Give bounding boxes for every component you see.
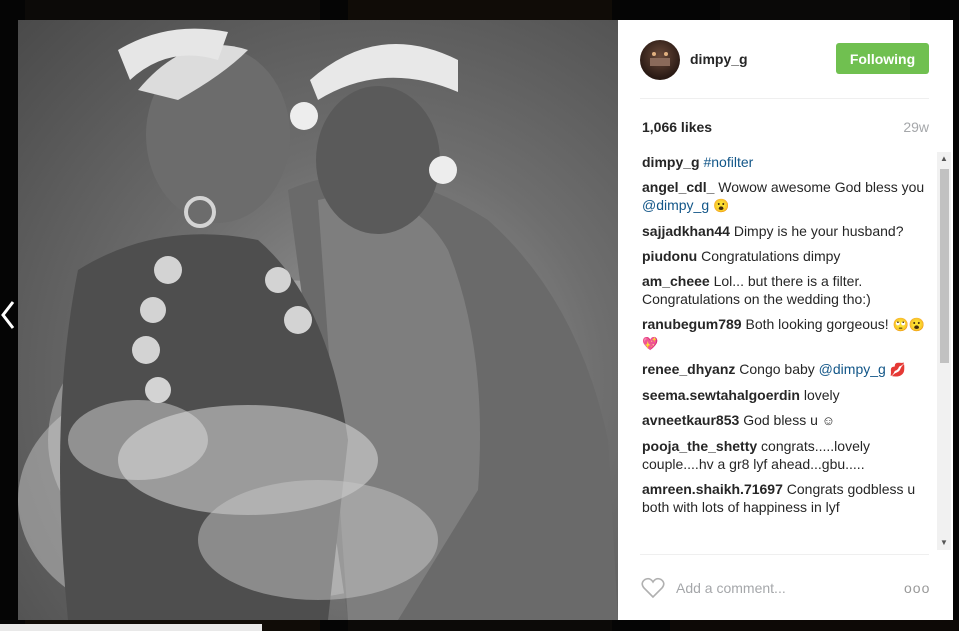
comment-item: angel_cdl_ Wowow awesome God bless you @…: [642, 178, 934, 215]
comment-item: amreen.shaikh.71697 Congrats godbless u …: [642, 480, 934, 516]
post-username[interactable]: dimpy_g: [690, 51, 748, 67]
comment-text: God bless u: [743, 412, 822, 428]
comment-text: Wowow awesome God bless you: [718, 179, 925, 195]
comment-username[interactable]: renee_dhyanz: [642, 361, 735, 377]
comments-scrollbar[interactable]: ▲ ▼: [937, 152, 951, 550]
comment-text: Both looking gorgeous!: [745, 316, 893, 332]
post-photo: [18, 20, 618, 620]
comment-username[interactable]: ranubegum789: [642, 316, 742, 332]
emoji: 😮: [713, 198, 730, 213]
emoji: ☺: [821, 413, 836, 428]
previous-post-button[interactable]: [0, 298, 16, 332]
avatar[interactable]: [640, 40, 680, 80]
post-header: dimpy_g Following: [618, 20, 953, 98]
following-button[interactable]: Following: [836, 43, 929, 74]
emoji: 💋: [889, 362, 906, 377]
comment-item: sajjadkhan44 Dimpy is he your husband?: [642, 222, 934, 240]
comment-link[interactable]: @dimpy_g: [819, 361, 886, 377]
comment-username[interactable]: dimpy_g: [642, 154, 700, 170]
comment-username[interactable]: amreen.shaikh.71697: [642, 481, 783, 497]
add-comment-bar: ooo: [618, 568, 953, 608]
post-age[interactable]: 29w: [903, 119, 929, 135]
comment-item: pooja_the_shetty congrats.....lovely cou…: [642, 437, 934, 473]
scrollbar-thumb[interactable]: [940, 169, 949, 363]
chevron-left-icon: [1, 301, 15, 329]
post-details-panel: dimpy_g Following 1,066 likes 29w dimpy_…: [618, 20, 953, 620]
comment-item: piudonu Congratulations dimpy: [642, 247, 934, 265]
scroll-up-icon[interactable]: ▲: [937, 152, 951, 166]
comment-item: ranubegum789 Both looking gorgeous! 🙄😮💖: [642, 315, 934, 353]
comment-link[interactable]: @dimpy_g: [642, 197, 709, 213]
comment-username[interactable]: seema.sewtahalgoerdin: [642, 387, 800, 403]
heart-icon[interactable]: [641, 577, 665, 599]
comment-username[interactable]: sajjadkhan44: [642, 223, 730, 239]
comment-item: avneetkaur853 God bless u ☺: [642, 411, 934, 430]
comment-item: seema.sewtahalgoerdin lovely: [642, 386, 934, 404]
comment-username[interactable]: am_cheee: [642, 273, 710, 289]
comment-username[interactable]: piudonu: [642, 248, 697, 264]
comment-username[interactable]: pooja_the_shetty: [642, 438, 757, 454]
comment-item: am_cheee Lol... but there is a filter. C…: [642, 272, 934, 308]
comment-username[interactable]: angel_cdl_: [642, 179, 714, 195]
comment-item: dimpy_g #nofilter: [642, 153, 934, 171]
likes-count[interactable]: 1,066 likes: [642, 119, 712, 135]
comment-text: Congo baby: [739, 361, 819, 377]
more-options-button[interactable]: ooo: [904, 580, 930, 596]
comment-text: Congratulations dimpy: [701, 248, 841, 264]
comment-username[interactable]: avneetkaur853: [642, 412, 739, 428]
horizontal-scrollbar[interactable]: [0, 624, 262, 631]
comment-item: renee_dhyanz Congo baby @dimpy_g 💋: [642, 360, 934, 379]
comment-link[interactable]: #nofilter: [703, 154, 753, 170]
comment-text: Dimpy is he your husband?: [733, 223, 904, 239]
scroll-down-icon[interactable]: ▼: [937, 536, 951, 550]
comment-input[interactable]: [674, 577, 888, 599]
comment-text: lovely: [803, 387, 840, 403]
divider: [640, 554, 929, 555]
divider: [640, 98, 929, 99]
comments-list[interactable]: dimpy_g #nofilter angel_cdl_ Wowow awesom…: [642, 153, 934, 553]
